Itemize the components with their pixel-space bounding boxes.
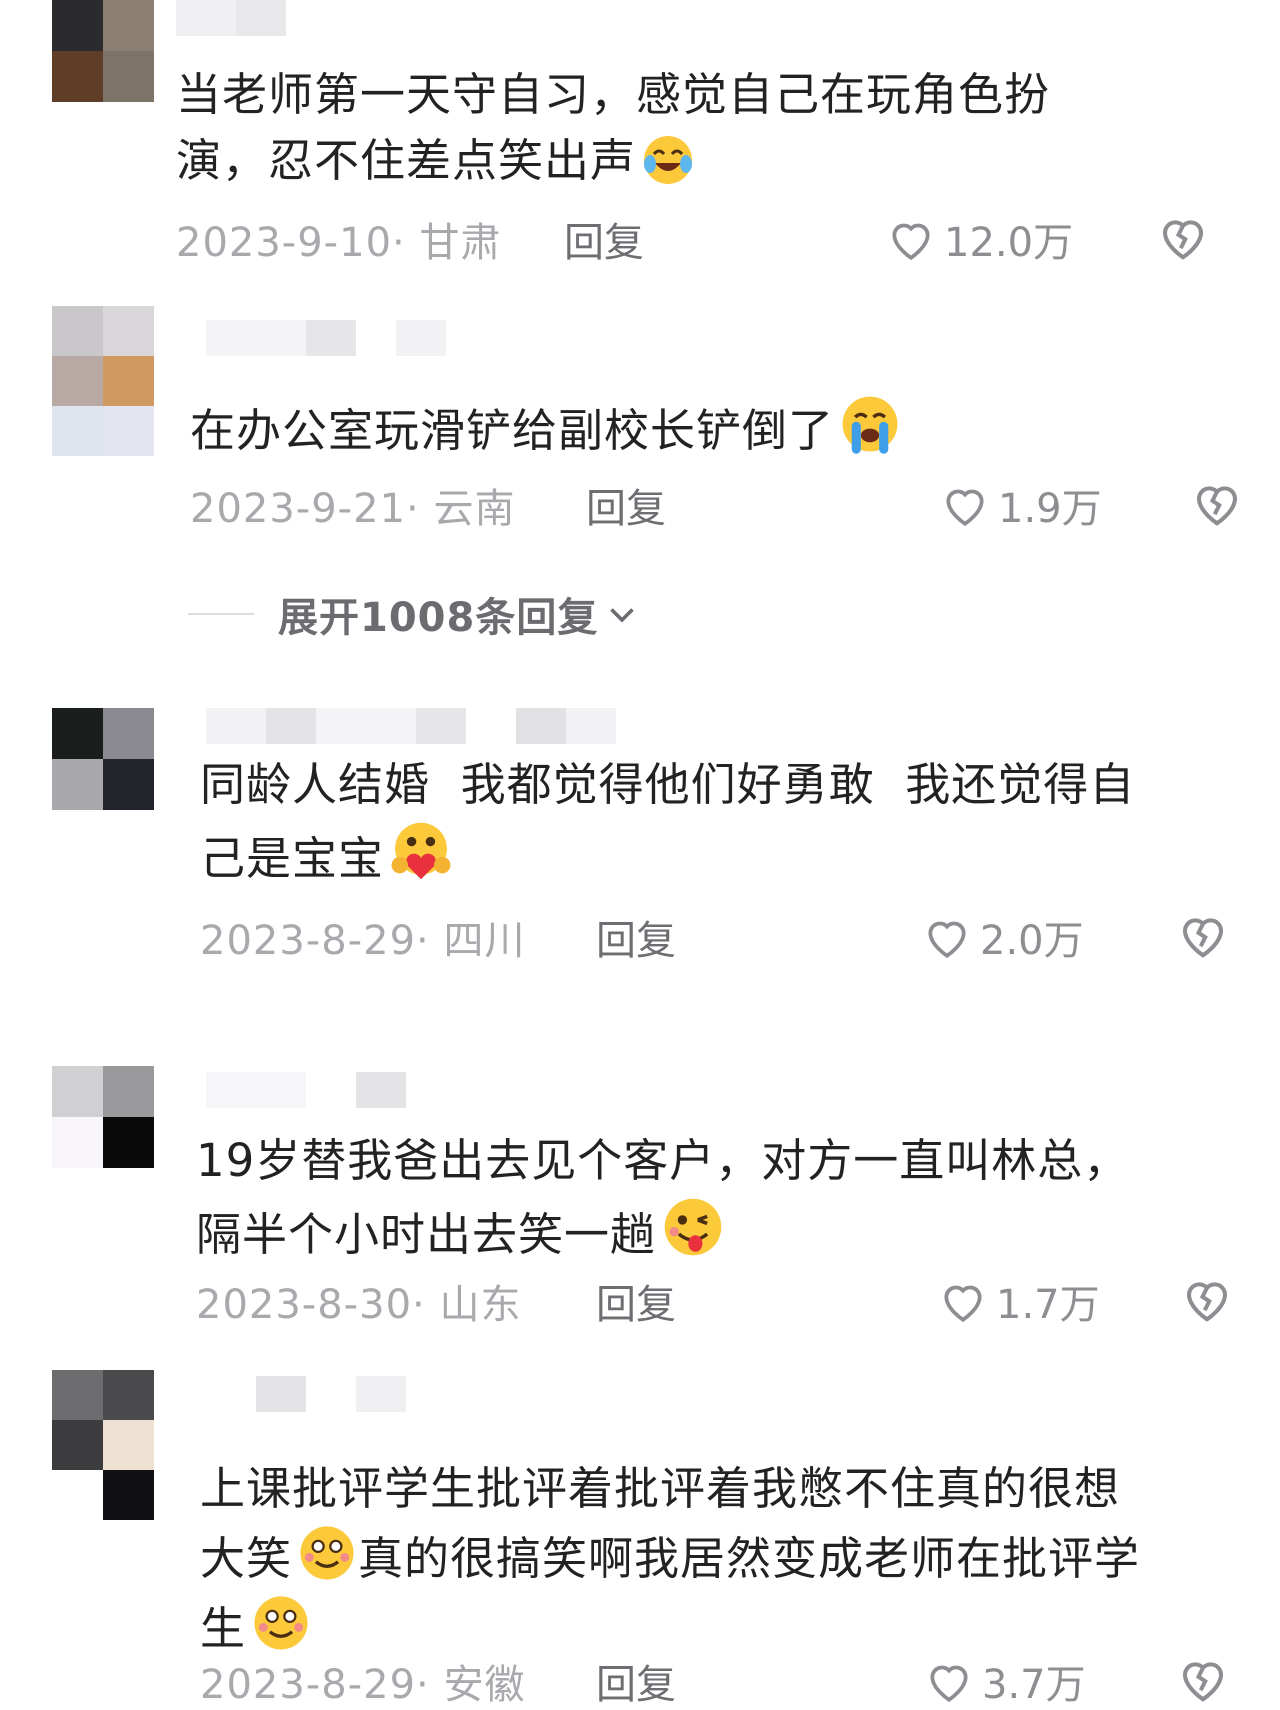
comment-text-content: 当老师第一天守自习，感觉自己在玩角色扮 演，忍不住差点笑出声 <box>176 68 1051 187</box>
expand-replies-label: 展开1008条回复 <box>278 595 599 641</box>
wink-tongue-emoji <box>664 1198 722 1256</box>
hug-heart-emoji <box>391 822 451 880</box>
chevron-down-icon <box>610 608 635 623</box>
comment-date-location: 2023-9-10· 甘肃 <box>176 220 502 266</box>
username-blurred[interactable] <box>256 1376 406 1412</box>
like-button[interactable]: 2.0万 <box>922 908 1084 966</box>
blush-smile-emoji <box>300 1526 354 1580</box>
like-button[interactable]: 1.7万 <box>938 1272 1100 1330</box>
comment-meta: 2023-9-21· 云南 回复 1.9万 <box>190 476 1280 532</box>
expand-replies-button[interactable]: 展开1008条回复 <box>188 586 640 642</box>
comment-meta: 2023-8-30· 山东 回复 1.7万 <box>196 1272 1280 1328</box>
avatar[interactable] <box>52 1370 154 1520</box>
comment-date-location: 2023-8-30· 山东 <box>196 1282 522 1328</box>
broken-heart-icon[interactable] <box>1180 1272 1234 1326</box>
heart-icon <box>892 223 930 260</box>
blush-smile-emoji <box>254 1596 308 1650</box>
comment-text: 上课批评学生批评着批评着我憋不住真的很想 大笑 真的很搞笑啊我居然变成老师在批评学… <box>200 1456 1260 1662</box>
avatar[interactable] <box>52 0 154 102</box>
avatar[interactable] <box>52 1066 154 1168</box>
reply-button[interactable]: 回复 <box>596 1272 676 1330</box>
username-blurred[interactable] <box>206 1072 406 1108</box>
reply-button[interactable]: 回复 <box>596 908 676 966</box>
like-count: 12.0万 <box>944 220 1074 266</box>
broken-heart-icon[interactable] <box>1156 210 1210 264</box>
like-count: 3.7万 <box>982 1662 1086 1708</box>
broken-heart-icon[interactable] <box>1190 476 1244 530</box>
comment-text: 同龄人结婚 我都觉得他们好勇敢 我还觉得自 己是宝宝 <box>200 752 1260 892</box>
comment-text-content: 同龄人结婚 我都觉得他们好勇敢 我还觉得自 己是宝宝 <box>200 758 1136 885</box>
like-button[interactable]: 12.0万 <box>886 210 1073 268</box>
comment-meta: 2023-9-10· 甘肃 回复 12.0万 <box>176 210 1280 266</box>
username-blurred[interactable] <box>206 320 446 356</box>
comment-date-location: 2023-8-29· 安徽 <box>200 1662 526 1708</box>
like-button[interactable]: 1.9万 <box>940 476 1102 534</box>
comment-meta: 2023-8-29· 安徽 回复 3.7万 <box>200 1652 1280 1708</box>
avatar[interactable] <box>52 708 154 810</box>
divider-line <box>188 613 254 615</box>
heart-icon <box>944 1285 982 1322</box>
like-button[interactable]: 3.7万 <box>924 1652 1086 1710</box>
username-blurred[interactable] <box>206 708 616 744</box>
broken-heart-icon[interactable] <box>1176 1652 1230 1706</box>
crying-emoji <box>842 396 898 454</box>
comment-text: 当老师第一天守自习，感觉自己在玩角色扮 演，忍不住差点笑出声 <box>176 62 1236 194</box>
like-count: 2.0万 <box>980 918 1084 964</box>
comment-date-location: 2023-9-21· 云南 <box>190 486 516 532</box>
reply-button[interactable]: 回复 <box>586 476 666 534</box>
username-blurred[interactable] <box>176 0 286 36</box>
laughing-tears-emoji <box>644 136 693 184</box>
reply-button[interactable]: 回复 <box>564 210 644 268</box>
like-count: 1.7万 <box>996 1282 1100 1328</box>
comment-meta: 2023-8-29· 四川 回复 2.0万 <box>200 908 1280 964</box>
heart-icon <box>930 1665 968 1702</box>
like-count: 1.9万 <box>998 486 1102 532</box>
heart-icon <box>928 921 966 958</box>
avatar[interactable] <box>52 306 154 456</box>
comment-text-content: 在办公室玩滑铲给副校长铲倒了 <box>190 404 835 457</box>
broken-heart-icon[interactable] <box>1176 908 1230 962</box>
reply-button[interactable]: 回复 <box>596 1652 676 1710</box>
comment-text: 19岁替我爸出去见个客户，对方一直叫林总， 隔半个小时出去笑一趟 <box>196 1128 1256 1268</box>
comment-text: 在办公室玩滑铲给副校长铲倒了 <box>190 392 1250 464</box>
comment-date-location: 2023-8-29· 四川 <box>200 918 526 964</box>
heart-icon <box>946 489 984 526</box>
